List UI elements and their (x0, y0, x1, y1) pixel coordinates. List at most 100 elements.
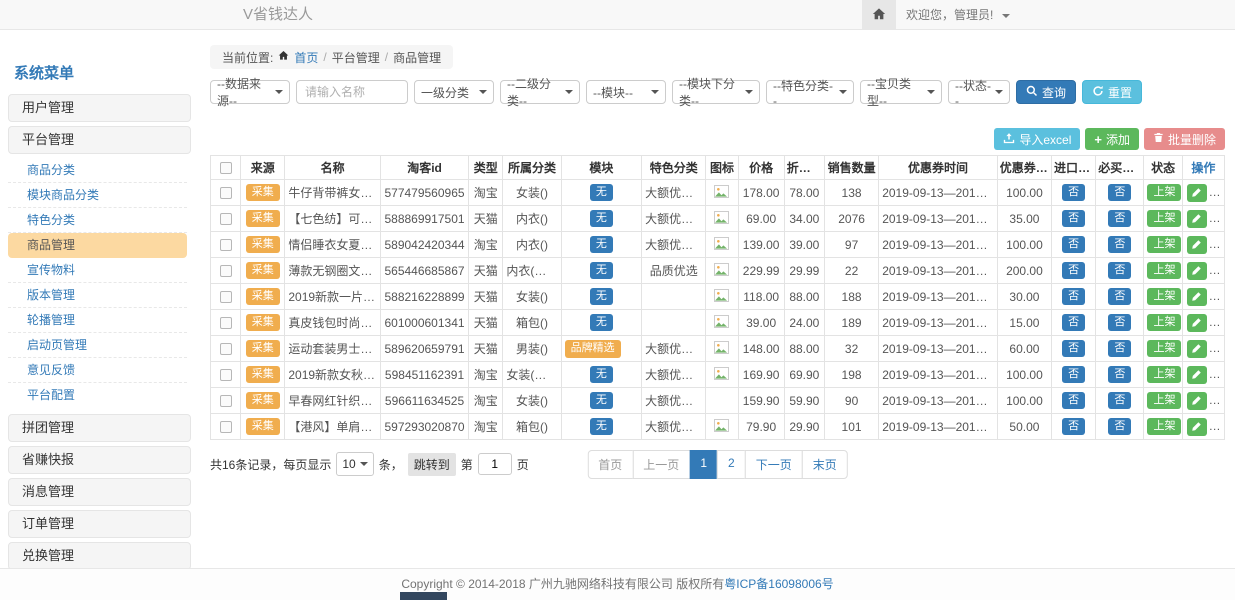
sidebar-group[interactable]: 拼团管理 (8, 414, 191, 442)
search-name-input[interactable] (296, 80, 408, 104)
import-pick-badge[interactable]: 否 (1062, 366, 1085, 384)
import-excel-button[interactable]: 导入excel (994, 128, 1080, 150)
sidebar-item[interactable]: 版本管理 (8, 283, 187, 308)
sidebar-item[interactable]: 平台配置 (8, 383, 187, 408)
page-button[interactable]: 上一页 (632, 450, 690, 479)
import-pick-badge[interactable]: 否 (1062, 392, 1085, 410)
must-buy-badge[interactable]: 否 (1108, 236, 1131, 254)
must-buy-badge[interactable]: 否 (1108, 392, 1131, 410)
page-button[interactable]: 首页 (587, 450, 633, 479)
status-badge[interactable]: 上架 (1147, 340, 1181, 358)
edit-button[interactable] (1187, 262, 1207, 280)
row-checkbox[interactable] (220, 421, 232, 433)
reset-button[interactable]: 重置 (1082, 80, 1142, 104)
must-buy-badge[interactable]: 否 (1108, 314, 1131, 332)
module-badge: 无 (590, 184, 613, 202)
breadcrumb-item[interactable]: 首页 (294, 49, 318, 66)
page-button[interactable]: 2 (717, 450, 746, 479)
sidebar-group[interactable]: 省赚快报 (8, 446, 191, 474)
row-checkbox[interactable] (220, 239, 232, 251)
sidebar-submenu: 商品分类模块商品分类特色分类商品管理宣传物料版本管理轮播管理启动页管理意见反馈平… (8, 158, 191, 408)
filter-select-module[interactable]: --模块-- (586, 80, 666, 104)
sidebar-item[interactable]: 宣传物料 (8, 258, 187, 283)
edit-button[interactable] (1187, 288, 1207, 306)
row-checkbox[interactable] (220, 213, 232, 225)
status-badge[interactable]: 上架 (1147, 184, 1181, 202)
import-pick-badge[interactable]: 否 (1062, 314, 1085, 332)
filter-select-status[interactable]: --状态-- (948, 80, 1010, 104)
filter-select-level1[interactable]: 一级分类 (414, 80, 494, 104)
sidebar-item-active[interactable]: 商品管理 (8, 233, 187, 258)
page-button[interactable]: 末页 (802, 450, 848, 479)
row-checkbox[interactable] (220, 369, 232, 381)
import-pick-badge[interactable]: 否 (1062, 236, 1085, 254)
import-pick-badge[interactable]: 否 (1062, 340, 1085, 358)
edit-button[interactable] (1187, 392, 1207, 410)
sidebar-group[interactable]: 平台管理 (8, 126, 191, 154)
import-pick-badge[interactable]: 否 (1062, 418, 1085, 436)
edit-button[interactable] (1187, 366, 1207, 384)
status-badge[interactable]: 上架 (1147, 236, 1181, 254)
edit-button[interactable] (1187, 236, 1207, 254)
must-buy-badge[interactable]: 否 (1108, 418, 1131, 436)
sidebar-item[interactable]: 商品分类 (8, 158, 187, 183)
must-buy-badge[interactable]: 否 (1108, 340, 1131, 358)
sidebar-group[interactable]: 兑换管理 (8, 542, 191, 570)
status-badge[interactable]: 上架 (1147, 314, 1181, 332)
page-button[interactable]: 下一页 (745, 450, 803, 479)
must-buy-badge[interactable]: 否 (1108, 210, 1131, 228)
filter-select-item-type[interactable]: --宝贝类型-- (860, 80, 942, 104)
per-page-select[interactable]: 10 (336, 452, 373, 476)
status-badge[interactable]: 上架 (1147, 210, 1181, 228)
sidebar-group[interactable]: 订单管理 (8, 510, 191, 538)
must-buy-badge[interactable]: 否 (1108, 366, 1131, 384)
jump-button[interactable]: 跳转到 (408, 453, 456, 476)
status-badge[interactable]: 上架 (1147, 392, 1181, 410)
page-button[interactable]: 1 (689, 450, 718, 479)
status-badge[interactable]: 上架 (1147, 288, 1181, 306)
filter-select-level2[interactable]: --二级分类-- (500, 80, 580, 104)
import-pick-badge[interactable]: 否 (1062, 288, 1085, 306)
edit-button[interactable] (1187, 418, 1207, 436)
sidebar-item[interactable]: 启动页管理 (8, 333, 187, 358)
batch-delete-button[interactable]: 批量删除 (1144, 128, 1225, 150)
row-checkbox[interactable] (220, 317, 232, 329)
status-badge[interactable]: 上架 (1147, 366, 1181, 384)
sidebar-group[interactable]: 用户管理 (8, 94, 191, 122)
icp-link[interactable]: 粤ICP备16098006号 (724, 577, 833, 591)
row-checkbox[interactable] (220, 265, 232, 277)
import-pick-badge[interactable]: 否 (1062, 210, 1085, 228)
must-buy-badge[interactable]: 否 (1108, 184, 1131, 202)
import-pick-badge[interactable]: 否 (1062, 262, 1085, 280)
row-checkbox[interactable] (220, 395, 232, 407)
filter-select-feature[interactable]: --特色分类-- (766, 80, 854, 104)
sidebar-item[interactable]: 模块商品分类 (8, 183, 187, 208)
jump-page-input[interactable] (478, 453, 512, 475)
filter-select-module-sub[interactable]: --模块下分类-- (672, 80, 760, 104)
select-all-checkbox[interactable] (220, 162, 232, 174)
query-button[interactable]: 查询 (1016, 80, 1076, 104)
edit-button[interactable] (1187, 340, 1207, 358)
filter-select-data-source[interactable]: --数据来源-- (210, 80, 290, 104)
row-checkbox[interactable] (220, 187, 232, 199)
sidebar-item[interactable]: 意见反馈 (8, 358, 187, 383)
sidebar-item[interactable]: 特色分类 (8, 208, 187, 233)
status-badge[interactable]: 上架 (1147, 262, 1181, 280)
product-type: 淘宝 (469, 232, 503, 258)
edit-button[interactable] (1187, 184, 1207, 202)
edit-button[interactable] (1187, 314, 1207, 332)
user-menu[interactable]: 欢迎您，管理员! (906, 0, 1010, 30)
sidebar-group[interactable]: 消息管理 (8, 478, 191, 506)
edit-button[interactable] (1187, 210, 1207, 228)
taoke-id: 598451162391 (380, 362, 468, 388)
status-badge[interactable]: 上架 (1147, 418, 1181, 436)
must-buy-badge[interactable]: 否 (1108, 288, 1131, 306)
navbar-home-button[interactable] (862, 0, 896, 30)
row-checkbox[interactable] (220, 291, 232, 303)
import-pick-badge[interactable]: 否 (1062, 184, 1085, 202)
add-button[interactable]: +添加 (1085, 128, 1139, 150)
product-image-icon (714, 239, 729, 253)
must-buy-badge[interactable]: 否 (1108, 262, 1131, 280)
row-checkbox[interactable] (220, 343, 232, 355)
sidebar-item[interactable]: 轮播管理 (8, 308, 187, 333)
